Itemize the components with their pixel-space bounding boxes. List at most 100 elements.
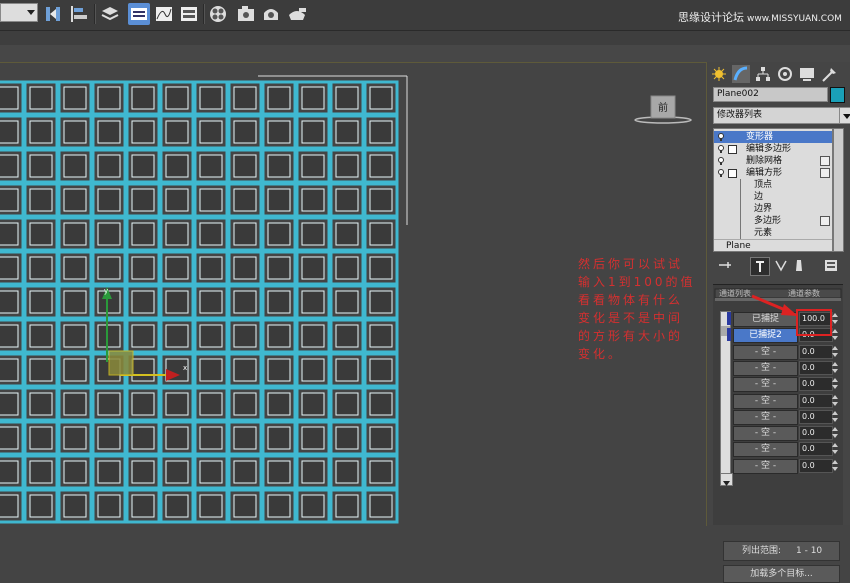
view-cube[interactable]: 前	[634, 95, 692, 124]
display-tab-icon[interactable]	[798, 65, 816, 83]
channel-value-field[interactable]: 0.0	[799, 426, 833, 441]
chevron-down-icon[interactable]	[839, 107, 850, 124]
configure-modifier-sets-icon[interactable]	[822, 257, 840, 274]
modifier-list-dropdown[interactable]: 修改器列表	[713, 107, 850, 124]
grid-cell-hole	[63, 324, 87, 348]
grid-cell-hole	[301, 494, 325, 518]
expand-toggle-icon[interactable]	[728, 145, 737, 154]
spinner-icon[interactable]	[832, 312, 838, 325]
channel-name-button[interactable]: - 空 -	[733, 377, 798, 393]
spinner-icon[interactable]	[832, 345, 838, 358]
load-multiple-targets-button[interactable]: 加载多个目标...	[723, 565, 840, 583]
view-dropdown[interactable]	[0, 3, 38, 22]
grid-cell-hole	[301, 120, 325, 144]
channel-name-button[interactable]: 已捕捉	[733, 312, 798, 327]
channel-name-button[interactable]: - 空 -	[733, 409, 798, 425]
sub-object-item[interactable]: 边	[714, 191, 832, 203]
sub-object-item[interactable]: 边界	[714, 203, 832, 215]
modify-tab-icon[interactable]	[732, 65, 750, 83]
channel-value-field[interactable]: 0.0	[799, 442, 833, 457]
pin-stack-icon[interactable]	[716, 257, 734, 274]
render-setup-icon[interactable]	[235, 3, 257, 25]
spinner-icon[interactable]	[832, 328, 838, 341]
spinner-icon[interactable]	[832, 394, 838, 407]
render-icon[interactable]	[286, 3, 308, 25]
object-name-field[interactable]: Plane002	[713, 87, 828, 102]
show-end-result-icon[interactable]	[750, 257, 770, 276]
object-color-swatch[interactable]	[830, 87, 845, 103]
graph-editor-icon[interactable]	[128, 3, 150, 25]
motion-tab-icon[interactable]	[776, 65, 794, 83]
channel-name-button[interactable]: - 空 -	[733, 442, 798, 458]
render-frame-icon[interactable]	[260, 3, 282, 25]
grid-cell-hole	[0, 324, 19, 348]
viewport-front[interactable]: y x 前 然后你可以试试 输入1到100的值 看看物体有什么 变化是不是中间 …	[0, 62, 707, 526]
spinner-icon[interactable]	[832, 377, 838, 390]
spinner-icon[interactable]	[832, 361, 838, 374]
channel-name-button[interactable]: - 空 -	[733, 393, 798, 409]
annotation-line: 看看物体有什么	[578, 293, 684, 307]
grid-cell-hole	[369, 392, 393, 416]
grid-cell-hole	[131, 188, 155, 212]
stack-scrollbar[interactable]	[833, 128, 844, 252]
grid-cell-hole	[369, 460, 393, 484]
tree-line	[740, 215, 741, 227]
channel-value-field[interactable]: 0.0	[799, 409, 833, 424]
mirror-icon[interactable]	[42, 3, 64, 25]
remove-modifier-icon[interactable]	[790, 257, 808, 274]
stack-item-label: 编辑方形	[746, 168, 783, 178]
grid-cell-hole	[63, 460, 87, 484]
modifier-stack[interactable]: Plane 变形器 编辑多边形 删除网格编辑方形 顶点边边界 多边形 元素	[713, 128, 833, 252]
curve-editor-icon[interactable]	[153, 3, 175, 25]
sub-object-item[interactable]: 顶点	[714, 179, 832, 191]
channel-value-field[interactable]: 0.0	[799, 458, 833, 473]
scroll-down-icon[interactable]	[720, 473, 733, 486]
grid-cell-hole	[233, 392, 257, 416]
align-icon[interactable]	[68, 3, 90, 25]
channel-value-field[interactable]: 0.0	[799, 393, 833, 408]
stack-item[interactable]: 编辑方形	[714, 167, 832, 179]
grid-cell-hole	[369, 86, 393, 110]
channel-name-button[interactable]: - 空 -	[733, 360, 798, 376]
create-tab-icon[interactable]	[710, 65, 728, 83]
spinner-icon[interactable]	[832, 459, 838, 472]
range-value[interactable]: 1 - 10	[796, 542, 822, 560]
stack-item-label: 删除网格	[746, 156, 783, 166]
sub-object-item[interactable]: 多边形	[714, 215, 832, 227]
channel-name-button[interactable]: - 空 -	[733, 426, 798, 442]
grid-cell-hole	[267, 426, 291, 450]
stack-item-checkbox[interactable]	[820, 156, 830, 166]
stack-item-checkbox[interactable]	[820, 168, 830, 178]
lightbulb-icon[interactable]	[718, 145, 724, 153]
make-unique-icon[interactable]	[772, 257, 790, 274]
hierarchy-tab-icon[interactable]	[754, 65, 772, 83]
channel-name-button[interactable]: 已捕捉2	[733, 328, 798, 344]
stack-item[interactable]: 编辑多边形	[714, 143, 832, 155]
layer-icon[interactable]	[99, 3, 121, 25]
material-editor-icon[interactable]	[207, 3, 229, 25]
channel-value-field[interactable]: 0.0	[799, 360, 833, 375]
grid-cell-hole	[63, 358, 87, 382]
spinner-icon[interactable]	[832, 442, 838, 455]
command-panel: Plane002 修改器列表 Plane 变形器 编辑多边形 删除网格 编辑方形 顶点边…	[708, 62, 850, 583]
schematic-icon[interactable]	[178, 3, 200, 25]
grid-cell-hole	[301, 324, 325, 348]
rollout-title: 通道列表	[719, 289, 751, 298]
utilities-tab-icon[interactable]	[820, 65, 838, 83]
expand-toggle-icon[interactable]	[728, 169, 737, 178]
lightbulb-icon[interactable]	[718, 133, 724, 141]
stack-item[interactable]: 变形器	[714, 131, 832, 143]
channel-value-field[interactable]: 0.0	[799, 344, 833, 359]
lightbulb-icon[interactable]	[718, 157, 724, 165]
stack-item[interactable]: 删除网格	[714, 155, 832, 167]
spinner-icon[interactable]	[832, 410, 838, 423]
sub-object-item[interactable]: 元素	[714, 227, 832, 239]
grid-cell-hole	[97, 324, 121, 348]
channel-name-button[interactable]: - 空 -	[733, 344, 798, 360]
stack-base-object[interactable]: Plane	[714, 239, 832, 251]
channel-name-button[interactable]: - 空 -	[733, 458, 798, 474]
lightbulb-icon[interactable]	[718, 169, 724, 177]
spinner-icon[interactable]	[832, 426, 838, 439]
channel-value-field[interactable]: 0.0	[799, 377, 833, 392]
stack-item-checkbox[interactable]	[820, 216, 830, 226]
